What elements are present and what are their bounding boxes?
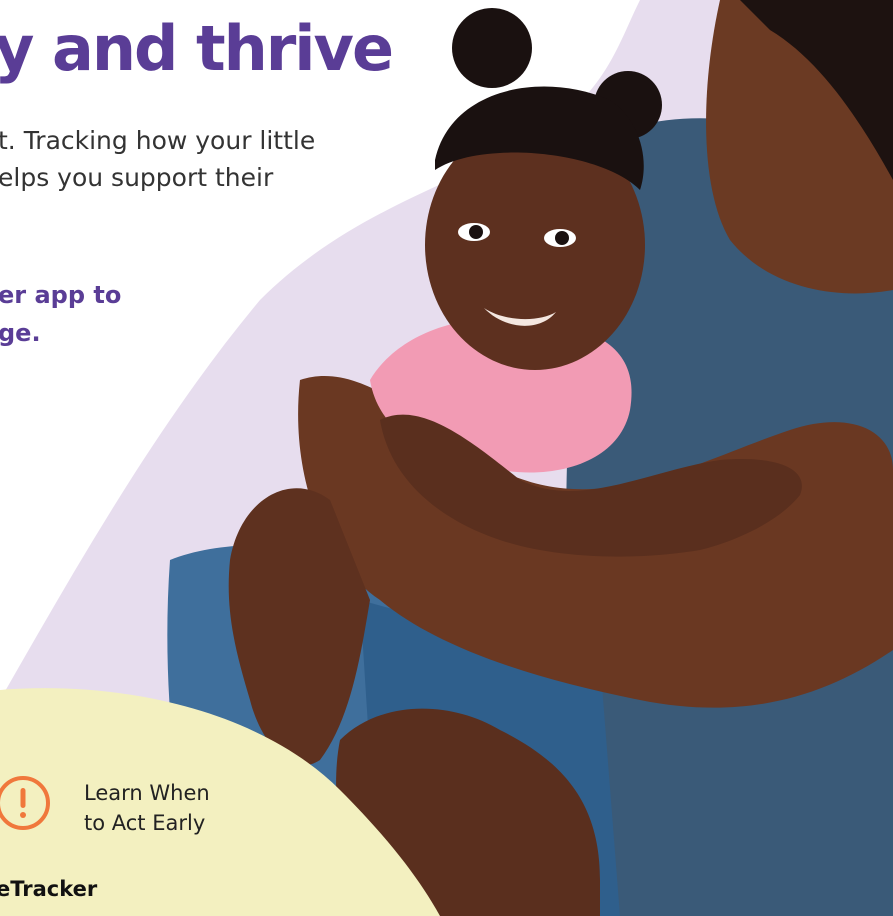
headline: y and thrive — [0, 12, 394, 85]
exclamation-circle-icon — [0, 776, 50, 830]
app-call-to-action: er app to ge. — [0, 281, 122, 347]
promo-banner: y and thrive t. Tracking how your little… — [0, 0, 893, 916]
app-name-text: eTracker — [0, 877, 98, 901]
intro-paragraph: t. Tracking how your little elps you sup… — [0, 126, 316, 192]
act-early-label: Learn When to Act Early — [84, 781, 210, 835]
